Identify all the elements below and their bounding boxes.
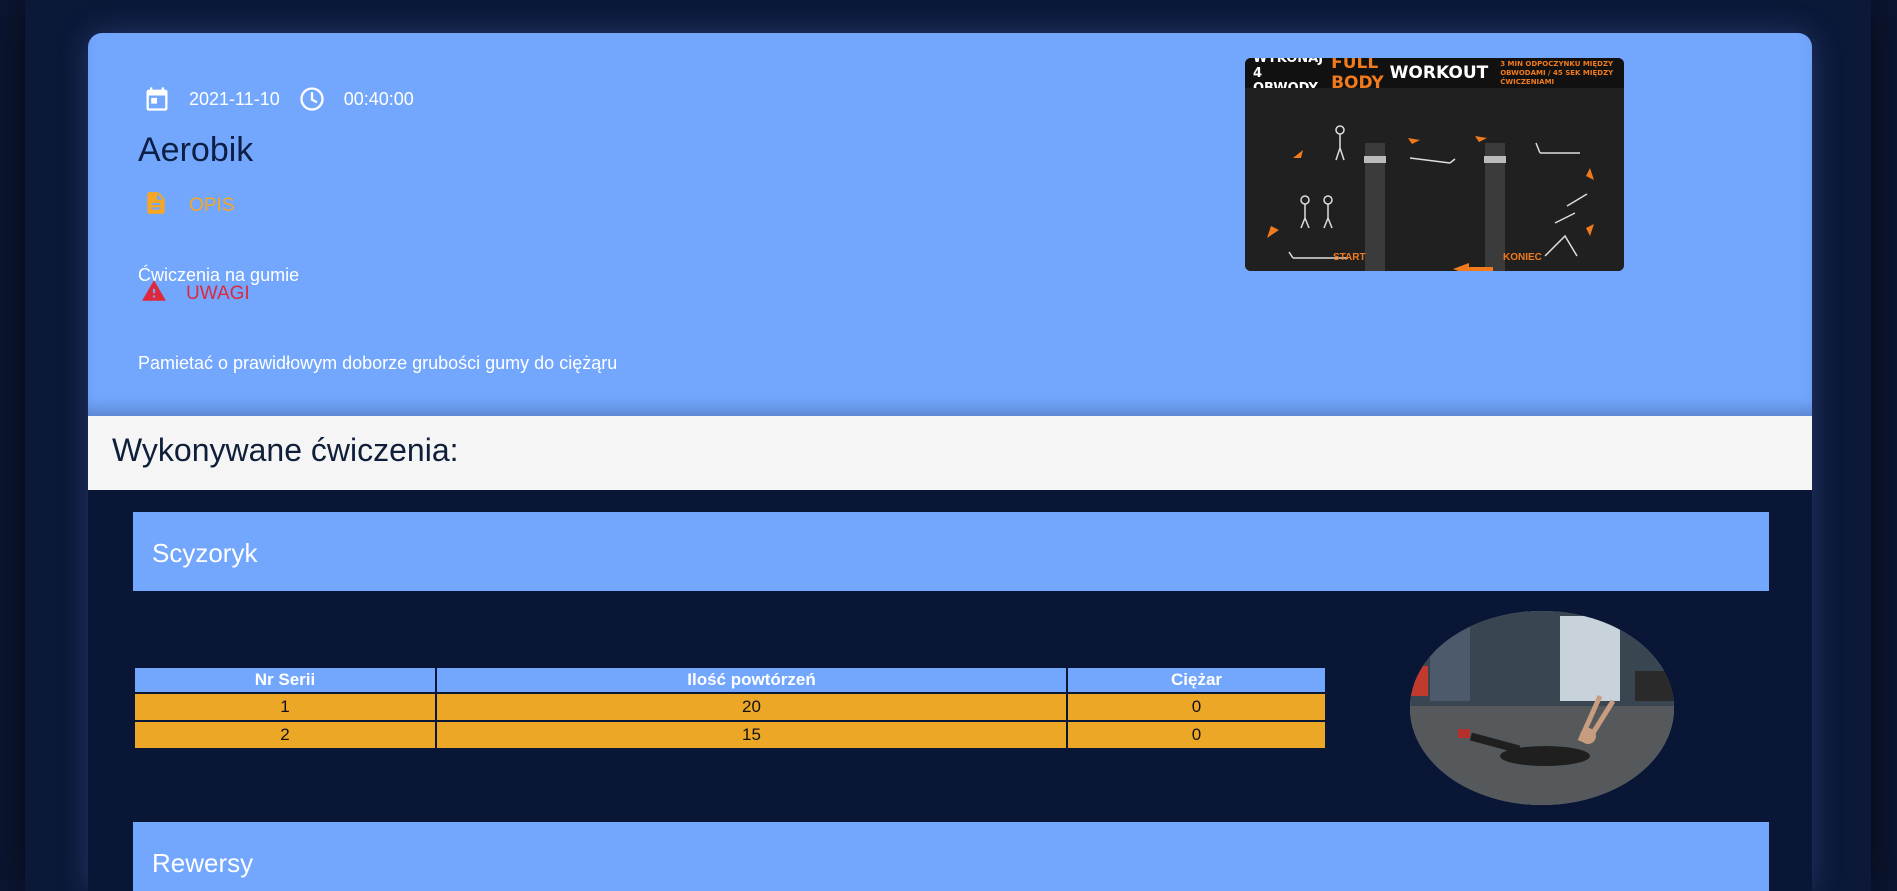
workout-image-title-b: WORKOUT — [1389, 63, 1489, 83]
workout-header: 2021-11-10 00:40:00 Aerobik OPIS Ćwiczen… — [88, 33, 1812, 416]
workout-image-header: WYKONAJ 4 OBWODY FULL BODY WORKOUT 3 MIN… — [1245, 58, 1624, 96]
uwagi-heading: UWAGI — [140, 278, 250, 309]
calendar-icon — [143, 85, 171, 113]
set-number-cell: 2 — [135, 722, 435, 748]
workout-image-start: START — [1333, 252, 1366, 263]
exercise-header[interactable]: Scyzoryk — [133, 512, 1769, 591]
reps-cell: 20 — [437, 694, 1066, 720]
warning-icon — [140, 278, 168, 309]
uwagi-label: UWAGI — [186, 282, 250, 304]
column-header-reps: Ilość powtórzeń — [437, 668, 1066, 692]
exercise-header[interactable]: Rewersy — [133, 822, 1769, 891]
workout-title: Aerobik — [138, 131, 254, 169]
workout-date: 2021-11-10 — [189, 88, 280, 109]
exercise-name: Scyzoryk — [152, 538, 258, 568]
weight-cell: 0 — [1068, 694, 1325, 720]
weight-cell: 0 — [1068, 722, 1325, 748]
workout-image-end: KONIEC — [1503, 252, 1542, 263]
workout-card: 2021-11-10 00:40:00 Aerobik OPIS Ćwiczen… — [88, 33, 1812, 891]
set-number-cell: 1 — [135, 694, 435, 720]
exercise-name: Rewersy — [152, 848, 254, 878]
opis-heading: OPIS — [143, 189, 234, 222]
table-row: 1 20 0 — [135, 694, 1325, 720]
column-header-set-number: Nr Serii — [135, 668, 435, 692]
reps-cell: 15 — [437, 722, 1066, 748]
table-row: 2 15 0 — [135, 722, 1325, 748]
column-header-weight: Ciężar — [1068, 668, 1325, 692]
workout-image-illustration — [1245, 88, 1624, 271]
clock-icon — [298, 85, 326, 113]
workout-duration: 00:40:00 — [343, 88, 414, 109]
workout-image-rest: 3 MIN ODPOCZYNKU MIĘDZY OBWODAMI / 45 SE… — [1500, 59, 1614, 86]
document-icon — [143, 189, 169, 222]
exercises-section-header: Wykonywane ćwiczenia: — [88, 416, 1812, 490]
workout-plan-image: WYKONAJ 4 OBWODY FULL BODY WORKOUT 3 MIN… — [1245, 58, 1624, 271]
exercise-sets-table: Nr Serii Ilość powtórzeń Ciężar 1 20 0 2… — [133, 666, 1327, 750]
table-header-row: Nr Serii Ilość powtórzeń Ciężar — [135, 668, 1325, 692]
exercises-section-title: Wykonywane ćwiczenia: — [112, 432, 459, 468]
opis-label: OPIS — [189, 194, 235, 216]
exercise-photo — [1410, 611, 1674, 805]
uwagi-text: Pamietać o prawidłowym doborze grubości … — [138, 353, 618, 373]
workout-meta: 2021-11-10 00:40:00 — [143, 83, 414, 115]
